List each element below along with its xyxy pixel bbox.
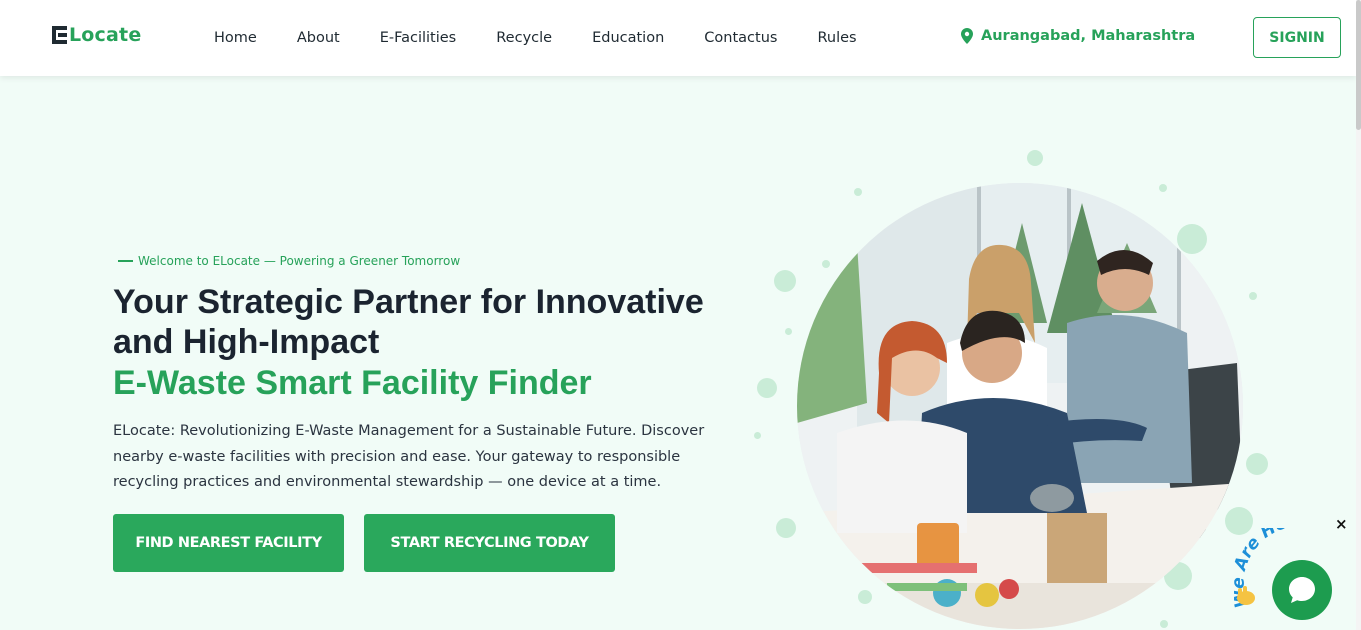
tagline-text: Welcome to ELocate — Powering a Greener … [138, 254, 461, 268]
decor-dot [822, 260, 830, 268]
decor-dot [1159, 184, 1167, 192]
decor-dot [776, 518, 796, 538]
decor-dot [757, 378, 777, 398]
nav-about[interactable]: About [297, 28, 340, 48]
nav-education[interactable]: Education [592, 28, 664, 48]
logo-e-mark-icon [52, 26, 67, 44]
decor-dot [1249, 292, 1257, 300]
brand-logo[interactable]: Locate [52, 24, 141, 46]
hero-tagline: Welcome to ELocate — Powering a Greener … [118, 254, 460, 268]
nav-recycle[interactable]: Recycle [496, 28, 552, 48]
chat-launcher-button[interactable] [1272, 560, 1332, 620]
decor-dot [1160, 620, 1168, 628]
decor-dot [1246, 453, 1268, 475]
waving-hand-icon [1237, 586, 1255, 605]
nav-contactus[interactable]: Contactus [704, 28, 777, 48]
hero-headline-highlight: E-Waste Smart Facility Finder [113, 364, 592, 402]
team-illustration [797, 183, 1243, 629]
decor-dot [854, 188, 862, 196]
decor-dot [1177, 224, 1207, 254]
decor-dot [754, 432, 761, 439]
hero-description: ELocate: Revolutionizing E-Waste Managem… [113, 423, 705, 490]
nav-e-facilities[interactable]: E-Facilities [380, 28, 457, 48]
find-nearest-facility-button[interactable]: FIND NEAREST FACILITY [113, 514, 344, 572]
page-scrollbar[interactable] [1356, 0, 1361, 630]
top-navbar: Locate Home About E-Facilities Recycle E… [0, 0, 1356, 76]
signin-button[interactable]: SIGNIN [1253, 17, 1341, 58]
location-selector[interactable]: Aurangabad, Maharashtra [961, 28, 1195, 44]
map-pin-icon [961, 28, 973, 44]
decor-dot [774, 270, 796, 292]
start-recycling-button[interactable]: START RECYCLING TODAY [364, 514, 615, 572]
chat-bubble-icon [1289, 577, 1315, 603]
decor-dot [785, 328, 792, 335]
hero-team-photo [797, 183, 1243, 629]
scrollbar-thumb[interactable] [1356, 0, 1361, 130]
decor-dot [858, 590, 872, 604]
location-text: Aurangabad, Maharashtra [981, 28, 1196, 44]
nav-rules[interactable]: Rules [817, 28, 856, 48]
logo-text: Locate [69, 24, 142, 46]
main-nav: Home About E-Facilities Recycle Educatio… [214, 28, 897, 48]
hero-headline: Your Strategic Partner for Innovative an… [113, 283, 704, 361]
tagline-dash [118, 260, 133, 262]
nav-home[interactable]: Home [214, 28, 257, 48]
decor-dot [1027, 150, 1043, 166]
